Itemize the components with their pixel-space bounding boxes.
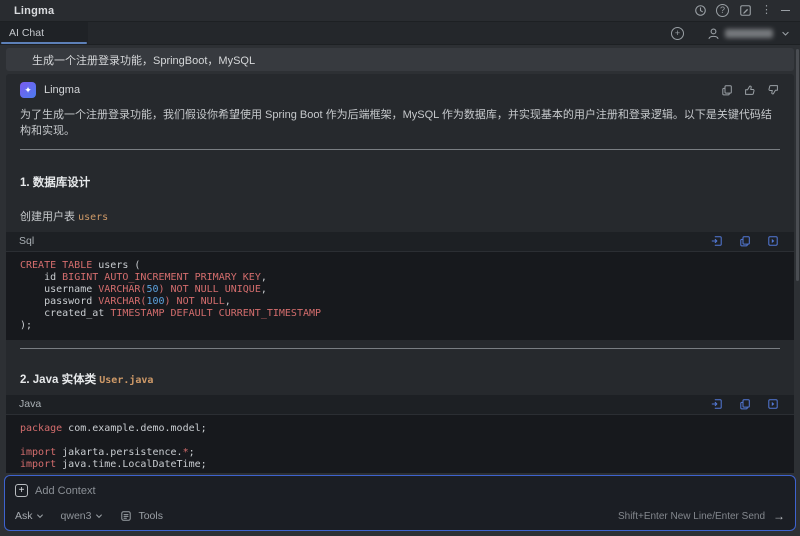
mode-select[interactable]: Ask (15, 510, 45, 522)
input-controls: Ask qwen3 Tools Shift+Enter New Line/Ent… (15, 509, 785, 523)
send-hint: Shift+Enter New Line/Enter Send (618, 511, 765, 522)
tabbar: AI Chat + (0, 22, 800, 45)
copy-response-button[interactable] (720, 83, 734, 97)
help-icon[interactable]: ? (716, 4, 729, 17)
section1-heading: 1. 数据库设计 (6, 150, 794, 190)
user-message-text: 生成一个注册登录功能，SpringBoot，MySQL (32, 52, 255, 68)
more-icon[interactable]: ⋮ (761, 5, 772, 16)
add-context-button[interactable]: + Add Context (15, 484, 785, 497)
app-title: Lingma (14, 5, 54, 17)
copy-code-icon[interactable] (738, 397, 752, 411)
code-lang-label: Sql (19, 235, 34, 247)
thumbs-up-button[interactable] (743, 83, 757, 97)
tools-label: Tools (138, 510, 163, 522)
chevron-down-icon (36, 512, 45, 521)
java-code-block: Java (6, 395, 794, 473)
scrollbar-thumb[interactable] (796, 49, 799, 281)
chevron-down-icon (778, 26, 792, 40)
sql-code-block: Sql (6, 232, 794, 340)
section1-text: 创建用户表 users (6, 190, 794, 224)
java-code-header: Java (6, 395, 794, 415)
tab-label: AI Chat (9, 27, 44, 39)
new-session-button[interactable]: + (671, 27, 684, 40)
code-lang-label: Java (19, 398, 41, 410)
chevron-down-icon (94, 512, 103, 521)
account-menu[interactable] (706, 26, 792, 40)
lingma-window: { "titlebar": { "title": "Lingma" }, "ta… (0, 0, 800, 536)
titlebar: Lingma ? ⋮ (0, 0, 800, 22)
send-arrow-icon[interactable]: → (773, 509, 785, 523)
inline-code-users: users (78, 212, 108, 223)
section2-heading: 2. Java 实体类 User.java (6, 349, 794, 387)
tools-toggle[interactable]: Tools (119, 509, 163, 523)
lingma-avatar: ✦ (20, 82, 36, 98)
account-name-redacted (725, 29, 773, 38)
tab-ai-chat[interactable]: AI Chat (0, 22, 88, 44)
plus-icon: + (15, 484, 28, 497)
insert-code-icon[interactable] (710, 397, 724, 411)
add-context-label: Add Context (35, 485, 96, 497)
java-code-content: package com.example.demo.model;import ja… (6, 415, 794, 473)
assistant-intro: 为了生成一个注册登录功能，我们假设你希望使用 Spring Boot 作为后端框… (6, 98, 794, 140)
model-select[interactable]: qwen3 (61, 510, 104, 522)
insert-code-icon[interactable] (710, 234, 724, 248)
tools-icon (119, 509, 133, 523)
assistant-message: ✦ Lingma (6, 74, 794, 473)
sql-code-header: Sql (6, 232, 794, 252)
chat-input-box[interactable]: + Add Context Ask qwen3 Tools Shi (4, 475, 796, 531)
minimize-icon[interactable] (781, 10, 790, 12)
chat-scroll-area: 生成一个注册登录功能，SpringBoot，MySQL ✦ Lingma (0, 46, 800, 473)
user-message: 生成一个注册登录功能，SpringBoot，MySQL (6, 48, 794, 71)
sparkle-icon: ✦ (24, 86, 32, 95)
open-code-icon[interactable] (766, 234, 780, 248)
person-icon (706, 26, 720, 40)
sql-code-content: CREATE TABLE users ( id BIGINT AUTO_INCR… (6, 252, 794, 340)
inline-code-userjava: User.java (99, 375, 153, 386)
assistant-header: ✦ Lingma (6, 74, 794, 98)
assistant-name: Lingma (44, 84, 80, 96)
open-code-icon[interactable] (766, 397, 780, 411)
copy-code-icon[interactable] (738, 234, 752, 248)
thumbs-down-button[interactable] (766, 83, 780, 97)
new-chat-icon[interactable] (738, 4, 752, 18)
history-icon[interactable] (693, 4, 707, 18)
